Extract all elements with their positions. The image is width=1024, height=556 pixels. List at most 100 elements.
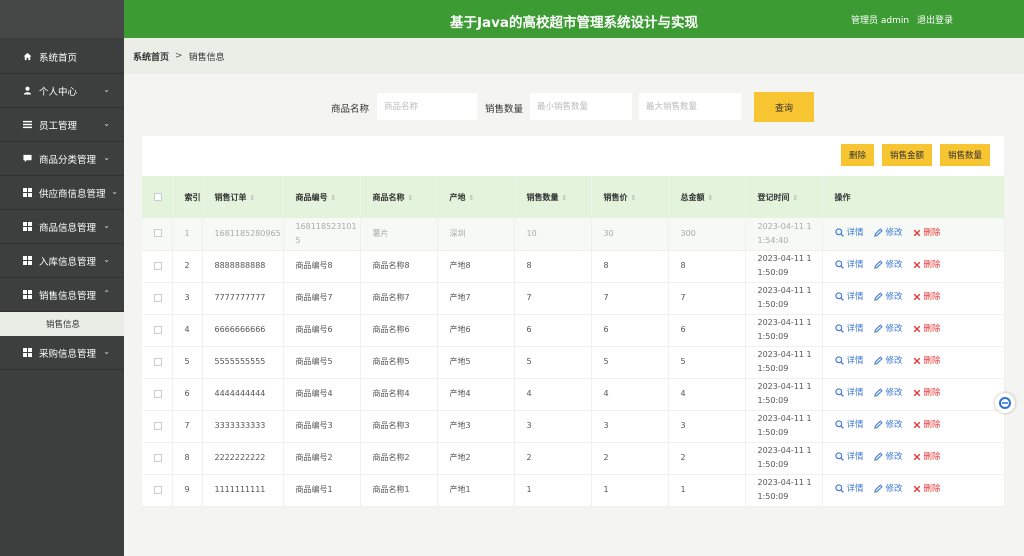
row-checkbox[interactable] — [154, 421, 162, 430]
edit-button[interactable]: 修改 — [873, 386, 903, 400]
col-price[interactable]: 销售价 ⇕ — [591, 176, 669, 218]
row-checkbox[interactable] — [154, 453, 162, 462]
edit-button[interactable]: 修改 — [873, 258, 903, 272]
edit-label: 修改 — [885, 259, 903, 270]
delete-button[interactable]: 删除 — [913, 258, 941, 272]
col-name[interactable]: 商品名称 ⇕ — [360, 176, 438, 218]
edit-button[interactable]: 修改 — [873, 482, 903, 496]
sidebar-item-category[interactable]: 商品分类管理 ⌄ — [0, 142, 124, 176]
row-select-cell[interactable] — [142, 250, 173, 283]
sidebar-item-stock-in[interactable]: 入库信息管理 ⌄ — [0, 244, 124, 278]
sidebar-item-supplier[interactable]: 供应商信息管理 ⌄ — [0, 176, 124, 210]
float-assistant-button[interactable] — [995, 393, 1015, 413]
edit-button[interactable]: 修改 — [873, 418, 903, 432]
edit-button[interactable]: 修改 — [873, 450, 903, 464]
edit-button[interactable]: 修改 — [873, 322, 903, 336]
delete-button[interactable]: 删除 — [913, 354, 941, 368]
sidebar-item-label: 销售信息 — [46, 320, 81, 330]
grid-icon — [22, 188, 32, 198]
row-checkbox[interactable] — [154, 357, 162, 366]
query-button[interactable]: 查询 — [754, 92, 814, 122]
row-select-cell[interactable] — [142, 282, 173, 315]
edit-button[interactable]: 修改 — [873, 226, 903, 240]
row-select-cell[interactable] — [142, 378, 173, 411]
data-panel: 删除 销售金额 销售数量 索引 销售订单 ⇕ 商品编号 ⇕ 商品名称 ⇕ 产地 ⇕ 销售… — [142, 136, 1005, 507]
sort-icon[interactable]: ⇕ — [793, 194, 799, 202]
delete-button[interactable]: 删除 — [913, 226, 941, 240]
delete-button[interactable]: 删除 — [913, 290, 941, 304]
row-checkbox[interactable] — [154, 261, 162, 270]
sort-icon[interactable]: ⇕ — [708, 194, 714, 202]
row-select-cell[interactable] — [142, 442, 173, 475]
chevron-down-icon: ⌄ — [103, 153, 110, 162]
sales-qty-button[interactable]: 销售数量 — [939, 144, 990, 166]
col-order[interactable]: 销售订单 ⇕ — [202, 176, 284, 218]
row-select-cell[interactable] — [142, 218, 173, 251]
logout-link[interactable]: 退出登录 — [917, 13, 953, 26]
min-qty-input[interactable] — [530, 93, 632, 120]
row-select-cell[interactable] — [142, 314, 173, 347]
cell-price: 1 — [591, 474, 669, 507]
cell-total: 1 — [668, 474, 746, 507]
col-qty[interactable]: 销售数量 ⇕ — [514, 176, 592, 218]
edit-label: 修改 — [885, 227, 903, 238]
delete-button[interactable]: 删除 — [913, 450, 941, 464]
cell-qty: 5 — [514, 346, 592, 379]
sidebar-item-profile[interactable]: 个人中心 ⌄ — [0, 74, 124, 108]
row-checkbox[interactable] — [154, 325, 162, 334]
sidebar-subitem-sales-info[interactable]: 销售信息 — [0, 312, 124, 336]
cell-name: 商品名称7 — [360, 282, 438, 315]
sort-icon[interactable]: ⇕ — [250, 194, 256, 202]
detail-button[interactable]: 详情 — [834, 386, 864, 400]
row-checkbox[interactable] — [154, 485, 162, 494]
col-code[interactable]: 商品编号 ⇕ — [283, 176, 361, 218]
sales-amount-button[interactable]: 销售金额 — [881, 144, 932, 166]
detail-button[interactable]: 详情 — [834, 226, 864, 240]
sidebar-item-staff[interactable]: 员工管理 ⌄ — [0, 108, 124, 142]
product-name-input[interactable] — [377, 93, 477, 120]
batch-delete-button[interactable]: 删除 — [840, 144, 874, 166]
detail-button[interactable]: 详情 — [834, 450, 864, 464]
row-checkbox[interactable] — [154, 293, 162, 302]
cell-name: 商品名称4 — [360, 378, 438, 411]
cell-code: 商品编号6 — [283, 314, 361, 347]
detail-button[interactable]: 详情 — [834, 258, 864, 272]
detail-button[interactable]: 详情 — [834, 290, 864, 304]
row-select-cell[interactable] — [142, 474, 173, 507]
detail-button[interactable]: 详情 — [834, 322, 864, 336]
delete-button[interactable]: 删除 — [913, 418, 941, 432]
select-all-checkbox[interactable] — [154, 193, 162, 201]
cell-qty: 7 — [514, 282, 592, 315]
detail-button[interactable]: 详情 — [834, 418, 864, 432]
sort-icon[interactable]: ⇕ — [469, 194, 475, 202]
sidebar-item-home[interactable]: 系统首页 — [0, 40, 124, 74]
detail-button[interactable]: 详情 — [834, 354, 864, 368]
cell-code: 商品编号2 — [283, 442, 361, 475]
delete-button[interactable]: 删除 — [913, 386, 941, 400]
sort-icon[interactable]: ⇕ — [331, 194, 337, 202]
row-checkbox[interactable] — [154, 389, 162, 398]
breadcrumb-home[interactable]: 系统首页 — [133, 50, 169, 63]
row-checkbox[interactable] — [154, 229, 162, 238]
max-qty-input[interactable] — [639, 93, 741, 120]
sidebar-item-purchase[interactable]: 采购信息管理 ⌄ — [0, 336, 124, 370]
sort-icon[interactable]: ⇕ — [631, 194, 637, 202]
sidebar-item-sales[interactable]: 销售信息管理 ⌃ — [0, 278, 124, 312]
chevron-down-icon: ⌄ — [103, 119, 110, 128]
sidebar-item-product[interactable]: 商品信息管理 ⌄ — [0, 210, 124, 244]
row-select-cell[interactable] — [142, 410, 173, 443]
delete-button[interactable]: 删除 — [913, 482, 941, 496]
row-select-cell[interactable] — [142, 346, 173, 379]
edit-button[interactable]: 修改 — [873, 290, 903, 304]
edit-button[interactable]: 修改 — [873, 354, 903, 368]
select-all-cell[interactable] — [142, 176, 173, 218]
delete-button[interactable]: 删除 — [913, 322, 941, 336]
detail-button[interactable]: 详情 — [834, 482, 864, 496]
sort-icon[interactable]: ⇕ — [562, 194, 568, 202]
col-time[interactable]: 登记时间 ⇕ — [745, 176, 823, 218]
sort-icon[interactable]: ⇕ — [408, 194, 414, 202]
col-total[interactable]: 总金额 ⇕ — [668, 176, 746, 218]
cell-price: 5 — [591, 346, 669, 379]
col-origin[interactable]: 产地 ⇕ — [437, 176, 515, 218]
close-icon — [913, 357, 924, 365]
